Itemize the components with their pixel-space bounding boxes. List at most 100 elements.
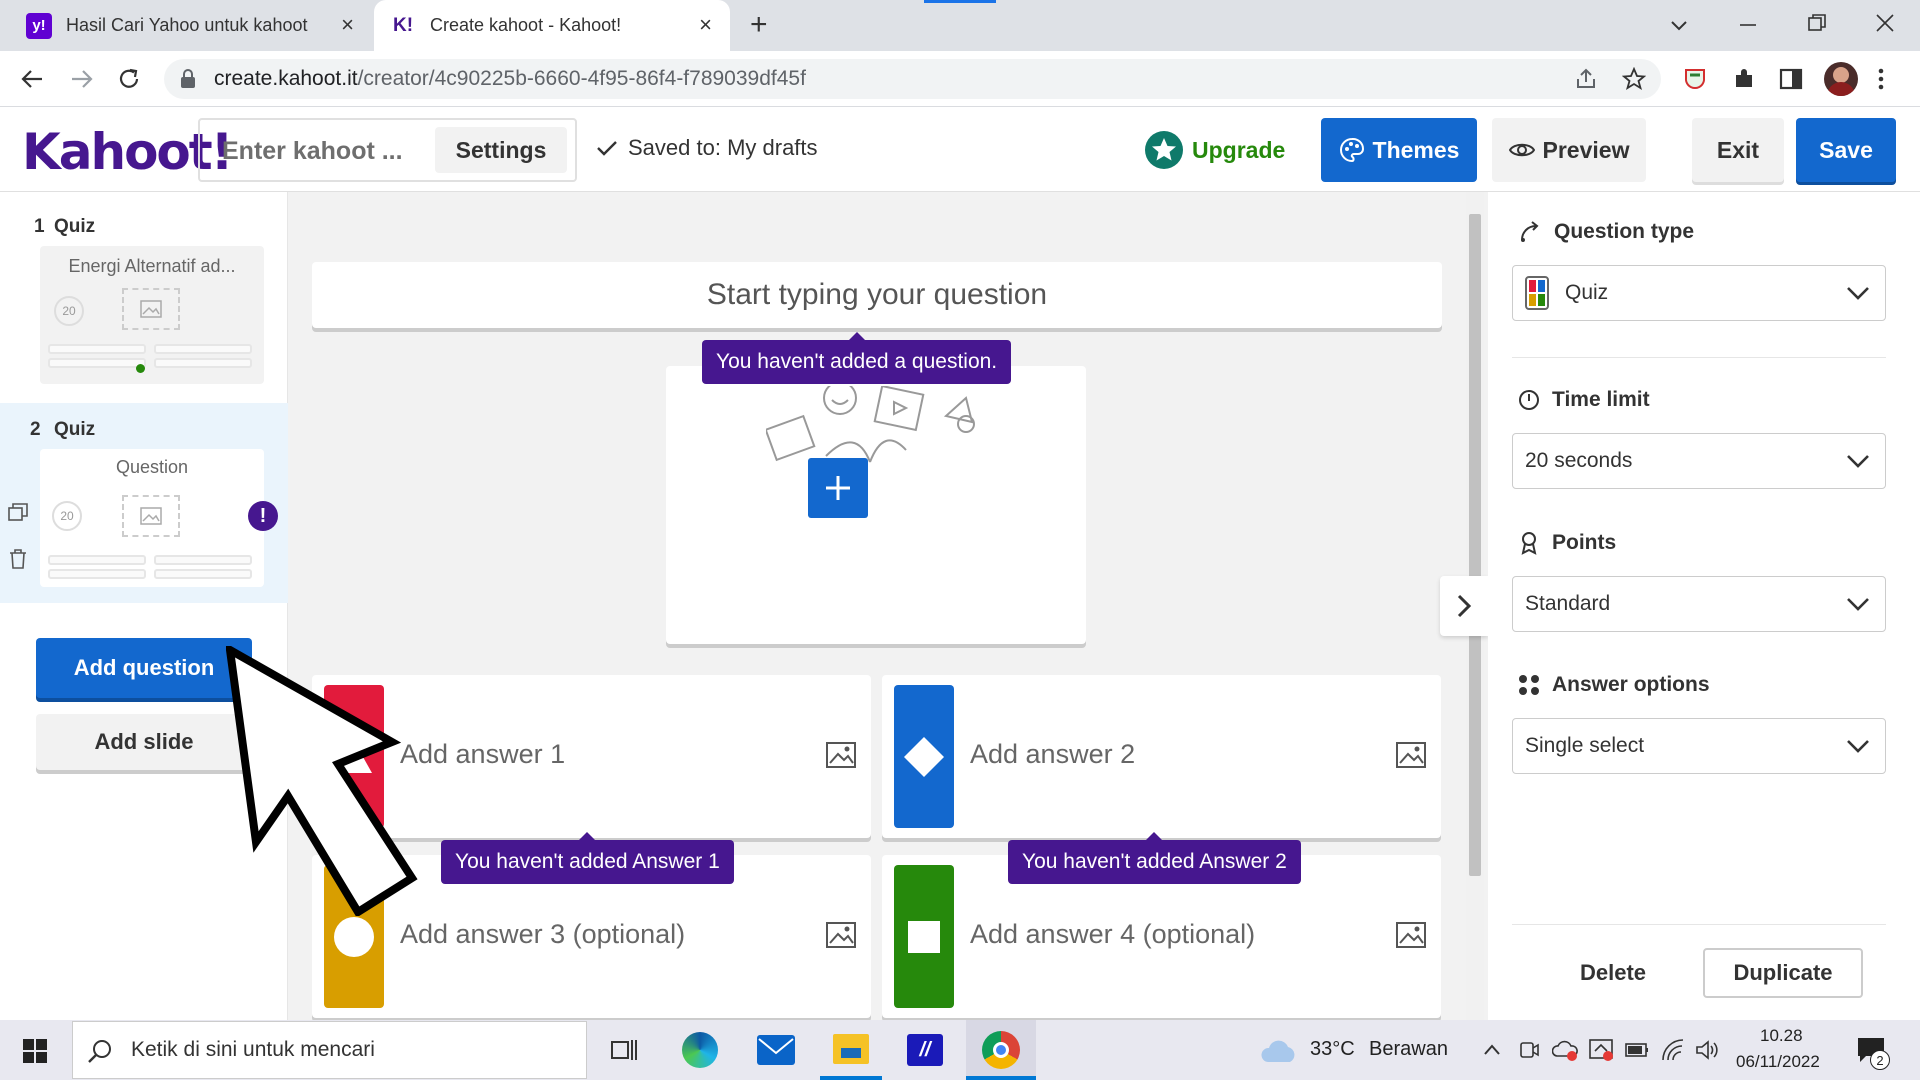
- exit-button[interactable]: Exit: [1692, 118, 1784, 182]
- add-question-button[interactable]: Add question: [36, 638, 252, 698]
- mouse-cursor-arrow-icon: [226, 646, 418, 916]
- answer-options-label: Answer options: [1518, 673, 1710, 697]
- back-icon[interactable]: [20, 67, 46, 91]
- answer-2-warning-tooltip: You haven't added Answer 2: [1008, 832, 1301, 884]
- task-view-icon[interactable]: [610, 1036, 638, 1064]
- tab-title: Hasil Cari Yahoo untuk kahoot: [66, 15, 308, 35]
- answer-3-input[interactable]: Add answer 3 (optional): [400, 919, 685, 950]
- themes-button[interactable]: Themes: [1321, 118, 1477, 182]
- slide-thumbnail[interactable]: Energi Alternatif ad... 20: [40, 246, 264, 384]
- slide-item-1[interactable]: 1 Quiz Energi Alternatif ad... 20: [0, 192, 288, 402]
- lock-icon[interactable]: [180, 69, 196, 89]
- palette-icon: [1339, 137, 1364, 163]
- slide-type: Quiz: [54, 216, 96, 237]
- battery-icon[interactable]: [1624, 1040, 1650, 1060]
- duplicate-slide-icon[interactable]: [8, 503, 28, 521]
- question-type-select[interactable]: Quiz: [1512, 265, 1886, 321]
- kahoot-title-field[interactable]: Enter kahoot ... Settings: [198, 118, 577, 182]
- add-slide-button[interactable]: Add slide: [36, 714, 252, 770]
- chevron-down-icon: [1847, 740, 1869, 753]
- extension-shield-icon[interactable]: [1682, 66, 1708, 92]
- volume-icon[interactable]: [1694, 1038, 1720, 1062]
- yahoo-favicon-icon: y!: [26, 12, 52, 39]
- tab-search-icon[interactable]: [1668, 14, 1690, 36]
- add-media-button[interactable]: [808, 458, 868, 518]
- warning-icon: !: [248, 501, 278, 531]
- slide-item-2[interactable]: 2 Quiz Question 20 !: [0, 403, 288, 603]
- add-image-icon[interactable]: [1395, 741, 1427, 769]
- duplicate-button[interactable]: Duplicate: [1703, 948, 1863, 998]
- diamond-icon: [894, 685, 954, 828]
- extensions-puzzle-icon[interactable]: [1731, 66, 1757, 92]
- close-window-icon[interactable]: [1874, 12, 1896, 34]
- browser-tab-kahoot[interactable]: K! Create kahoot - Kahoot! ×: [374, 0, 730, 51]
- answer-options-select[interactable]: Single select: [1512, 718, 1886, 774]
- restore-icon[interactable]: [1806, 12, 1828, 34]
- forward-icon[interactable]: [68, 67, 94, 91]
- save-button[interactable]: Save: [1796, 118, 1896, 182]
- collapse-panel-button[interactable]: [1440, 576, 1488, 636]
- add-image-icon[interactable]: [1395, 921, 1427, 949]
- question-editor: Start typing your question You haven't a…: [289, 192, 1466, 1020]
- delete-slide-icon[interactable]: [9, 549, 27, 569]
- minimize-icon[interactable]: [1737, 14, 1759, 36]
- onedrive-sync-icon[interactable]: [1552, 1038, 1578, 1062]
- preview-button[interactable]: Preview: [1492, 118, 1646, 182]
- delete-button[interactable]: Delete: [1548, 948, 1678, 998]
- mail-app-icon[interactable]: [757, 1035, 795, 1065]
- answer-2-tile[interactable]: Add answer 2: [882, 675, 1441, 838]
- app-launcher-icon[interactable]: //: [907, 1034, 943, 1066]
- scrollbar-thumb[interactable]: [1469, 214, 1481, 876]
- share-icon[interactable]: [1574, 67, 1598, 91]
- question-type-label: Question type: [1518, 220, 1694, 244]
- add-image-icon[interactable]: [825, 741, 857, 769]
- notification-count-badge: 2: [1870, 1050, 1890, 1070]
- check-icon: [597, 141, 617, 156]
- add-image-icon[interactable]: [825, 921, 857, 949]
- time-limit-select[interactable]: 20 seconds: [1512, 433, 1886, 489]
- kahoot-header: Kahoot! Enter kahoot ... Settings Saved …: [0, 107, 1920, 192]
- taskbar-search-box[interactable]: Ketik di sini untuk mencari: [72, 1021, 587, 1079]
- taskbar-search-placeholder: Ketik di sini untuk mencari: [131, 1038, 375, 1061]
- slide-thumbnail-title: Energi Alternatif ad...: [68, 256, 236, 276]
- points-select[interactable]: Standard: [1512, 576, 1886, 632]
- upgrade-button[interactable]: Upgrade: [1144, 118, 1294, 182]
- wifi-icon[interactable]: [1660, 1038, 1686, 1062]
- clock-time[interactable]: 10.28: [1760, 1026, 1803, 1046]
- question-input[interactable]: Start typing your question: [312, 262, 1442, 328]
- close-tab-icon[interactable]: ×: [341, 12, 354, 38]
- reload-icon[interactable]: [116, 66, 142, 92]
- chrome-taskbar-button[interactable]: [966, 1020, 1036, 1080]
- answer-4-input[interactable]: Add answer 4 (optional): [970, 919, 1255, 950]
- profile-avatar[interactable]: [1824, 62, 1858, 96]
- answer-2-input[interactable]: Add answer 2: [970, 739, 1135, 770]
- settings-button[interactable]: Settings: [435, 127, 567, 173]
- weather-temp[interactable]: 33°C: [1310, 1038, 1355, 1061]
- clock-date[interactable]: 06/11/2022: [1736, 1052, 1820, 1072]
- browser-tab-yahoo[interactable]: y! Hasil Cari Yahoo untuk kahoot ×: [10, 0, 372, 51]
- question-type-icon: [1521, 221, 1539, 242]
- new-tab-button[interactable]: +: [750, 8, 768, 42]
- slide-thumbnail[interactable]: Question 20 !: [40, 449, 278, 587]
- meet-now-icon[interactable]: [1518, 1038, 1540, 1062]
- file-explorer-icon[interactable]: [833, 1034, 869, 1064]
- close-tab-icon[interactable]: ×: [699, 12, 712, 38]
- edge-browser-icon[interactable]: [682, 1032, 718, 1068]
- saved-status-text: Saved to: My drafts: [628, 135, 818, 160]
- answer-options-icon: [1519, 675, 1539, 695]
- slide-type: Quiz: [54, 419, 96, 440]
- browser-menu-icon[interactable]: [1876, 66, 1886, 92]
- media-upload-area[interactable]: [666, 366, 1086, 644]
- url-bar[interactable]: create.kahoot.it/creator/4c90225b-6660-4…: [164, 59, 1661, 99]
- browser-tab-bar: y! Hasil Cari Yahoo untuk kahoot × K! Cr…: [0, 0, 1920, 51]
- question-warning-tooltip: You haven't added a question.: [702, 332, 1012, 384]
- windows-start-icon[interactable]: [22, 1038, 48, 1064]
- kahoot-title-placeholder: Enter kahoot ...: [222, 137, 403, 165]
- side-panel-icon[interactable]: [1778, 66, 1804, 92]
- answer-1-warning-tooltip: You haven't added Answer 1: [441, 832, 734, 884]
- media-illustration-icon: [766, 386, 975, 463]
- bookmark-star-icon[interactable]: [1622, 67, 1646, 91]
- weather-text[interactable]: Berawan: [1369, 1038, 1448, 1061]
- chevron-up-icon[interactable]: [1482, 1040, 1502, 1060]
- screenshot-tool-icon[interactable]: [1588, 1036, 1614, 1062]
